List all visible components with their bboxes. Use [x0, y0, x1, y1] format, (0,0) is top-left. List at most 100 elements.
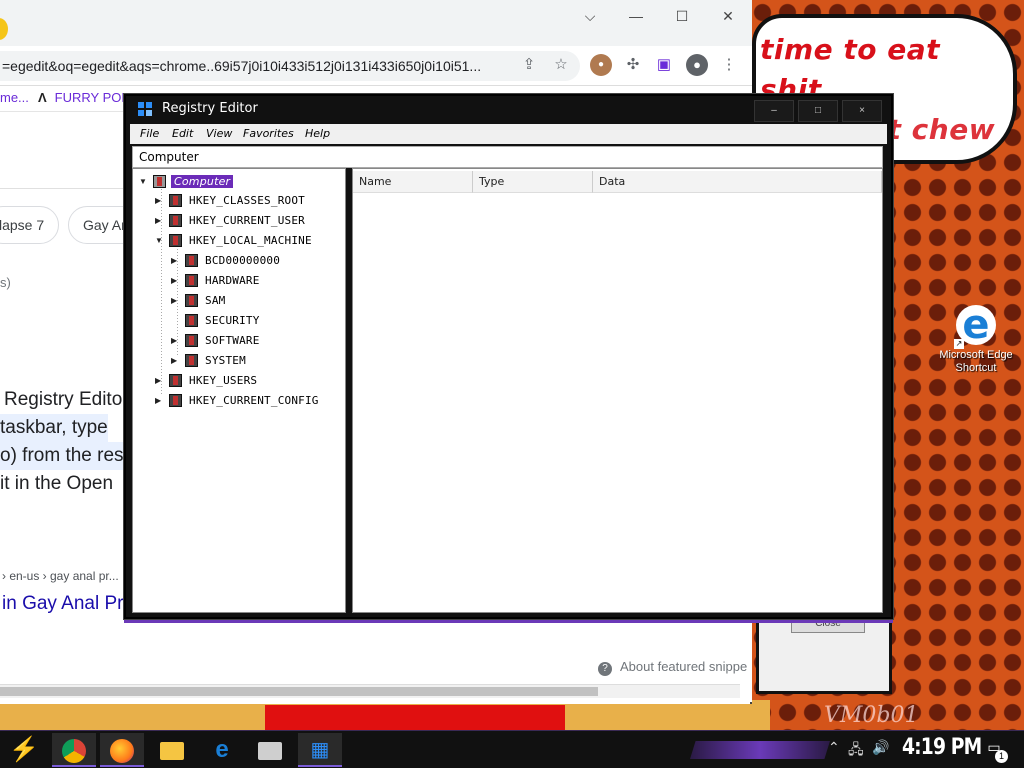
collapse-arrow-icon[interactable]: ▼	[139, 177, 147, 187]
regedit-address-bar[interactable]: Computer	[132, 146, 883, 168]
folder-icon	[169, 214, 182, 227]
file-explorer-icon	[160, 742, 184, 761]
about-snippets-label: About featured snippe	[620, 659, 748, 674]
chrome-tab-search-icon[interactable]: ⌵	[570, 6, 610, 26]
menu-file[interactable]: File	[140, 127, 159, 140]
tree-node-label: HKEY_USERS	[189, 374, 258, 387]
taskbar-app-regedit[interactable]: ▦	[298, 733, 342, 767]
regedit-title: Registry Editor	[162, 101, 258, 116]
tree-node-label: HKEY_CURRENT_CONFIG	[189, 394, 319, 407]
expand-arrow-icon[interactable]: ▶	[171, 356, 179, 366]
chrome-titlebar: ⌵ — ☐ ✕	[0, 0, 752, 46]
taskbar-app-package[interactable]	[248, 733, 292, 767]
bookmark-item[interactable]: Λ FURRY POR	[38, 90, 131, 105]
bookmark-logo-icon: Λ	[38, 90, 47, 105]
expand-arrow-icon[interactable]: ▶	[155, 376, 163, 386]
result-link[interactable]: in Gay Anal Pr	[2, 593, 123, 615]
tree-node-label: HARDWARE	[205, 274, 260, 287]
bookmark-item[interactable]: me...	[0, 90, 29, 105]
regedit-minimize-button[interactable]: –	[754, 100, 794, 122]
shortcut-arrow-icon: ↗	[954, 339, 964, 349]
action-center-icon[interactable]: ▭ 1	[982, 739, 1008, 763]
tree-node-label: SAM	[205, 294, 226, 307]
expand-arrow-icon[interactable]: ▶	[155, 216, 163, 226]
chrome-minimize-button[interactable]: —	[616, 6, 656, 26]
column-header-name[interactable]: Name	[353, 171, 473, 193]
expand-arrow-icon[interactable]: ▶	[171, 336, 179, 346]
featured-snippet-line: taskbar, type	[0, 414, 108, 442]
tree-node-label: SYSTEM	[205, 354, 246, 367]
bookmark-star-icon[interactable]: ☆	[550, 54, 572, 76]
folder-icon	[169, 234, 182, 247]
expand-arrow-icon[interactable]: ▶	[171, 276, 179, 286]
help-icon: ?	[598, 662, 612, 676]
menu-favorites[interactable]: Favorites	[243, 127, 294, 140]
featured-snippet-line: o) from the res	[0, 442, 124, 470]
featured-snippet-line: it in the Open	[0, 473, 114, 494]
share-icon[interactable]: ⇪	[518, 54, 540, 76]
taskbar-app-firefox[interactable]	[100, 733, 144, 767]
registry-editor-window: Registry Editor – □ × File Edit View Fav…	[124, 94, 893, 619]
tree-node-label: BCD00000000	[205, 254, 281, 267]
notification-badge: 1	[995, 750, 1008, 763]
menu-view[interactable]: View	[206, 127, 232, 140]
taskbar-app-edge[interactable]: e	[200, 733, 244, 767]
chrome-close-button[interactable]: ✕	[708, 6, 748, 26]
edge-icon: e	[215, 736, 229, 763]
scrollbar-thumb[interactable]	[0, 687, 598, 696]
wallpaper-comic-red-panel	[265, 705, 565, 730]
regedit-icon	[138, 102, 154, 118]
taskbar-clock[interactable]: 4:19 PM	[902, 735, 982, 760]
expand-arrow-icon[interactable]: ▶	[155, 196, 163, 206]
folder-icon	[185, 314, 198, 327]
taskbar: ⚡ e ▦ ⌃ 🖧 🔊 4:19 PM ▭ 1	[0, 730, 1024, 768]
chrome-menu-icon[interactable]: ⋮	[718, 54, 740, 76]
about-featured-snippets[interactable]: ? About featured snippe	[598, 659, 747, 676]
result-count: s)	[0, 275, 11, 290]
chrome-icon	[62, 739, 86, 764]
folder-icon	[185, 334, 198, 347]
expand-arrow-icon[interactable]: ▶	[171, 256, 179, 266]
extension-avatar-icon[interactable]: ●	[590, 54, 612, 76]
folder-icon	[169, 194, 182, 207]
desktop-icon-label: Microsoft Edge	[939, 349, 1013, 361]
computer-icon	[153, 175, 166, 188]
menu-edit[interactable]: Edit	[172, 127, 193, 140]
tree-node-label: Computer	[171, 175, 234, 188]
taskbar-decoration	[690, 741, 830, 759]
regedit-titlebar[interactable]: Registry Editor – □ ×	[126, 96, 891, 124]
extensions-puzzle-icon[interactable]: ✣	[622, 54, 644, 76]
pane-splitter[interactable]	[346, 168, 350, 613]
column-header-type[interactable]: Type	[473, 171, 593, 193]
bookmark-label: FURRY POR	[54, 90, 131, 105]
address-bar[interactable]: =egedit&oq=egedit&aqs=chrome..69i57j0i10…	[0, 51, 580, 81]
search-chip[interactable]: lapse 7	[0, 206, 60, 244]
taskbar-app-file-explorer[interactable]	[150, 733, 194, 767]
package-icon	[258, 742, 282, 761]
collapse-arrow-icon[interactable]: ▼	[155, 236, 163, 246]
network-icon[interactable]: 🖧	[848, 739, 864, 763]
expand-arrow-icon[interactable]: ▶	[155, 396, 163, 406]
desktop-icon-edge-shortcut[interactable]: e ↗ Microsoft Edge Shortcut	[936, 305, 1016, 375]
taskbar-app-chrome[interactable]	[52, 733, 96, 767]
horizontal-scrollbar[interactable]	[0, 684, 740, 698]
regedit-close-button[interactable]: ×	[842, 100, 882, 122]
menu-help[interactable]: Help	[305, 127, 330, 140]
folder-icon	[185, 274, 198, 287]
column-header-data[interactable]: Data	[593, 171, 882, 193]
expand-arrow-icon[interactable]: ▶	[171, 296, 179, 306]
featured-snippet-line: Registry Edito	[4, 389, 123, 410]
volume-icon[interactable]: 🔊	[872, 739, 889, 756]
folder-icon	[185, 254, 198, 267]
tab-favicon[interactable]	[0, 18, 8, 40]
folder-icon	[185, 354, 198, 367]
start-button[interactable]: ⚡	[6, 734, 42, 766]
regedit-maximize-button[interactable]: □	[798, 100, 838, 122]
profile-avatar-icon[interactable]: ●	[686, 54, 708, 76]
folder-icon	[169, 394, 182, 407]
show-hidden-icons-chevron-icon[interactable]: ⌃	[828, 739, 840, 756]
side-panel-icon[interactable]: ▣	[653, 54, 675, 76]
chrome-maximize-button[interactable]: ☐	[662, 6, 702, 26]
regedit-menubar: File Edit View Favorites Help	[130, 124, 887, 144]
registry-values-pane[interactable]: Name Type Data	[352, 168, 883, 613]
